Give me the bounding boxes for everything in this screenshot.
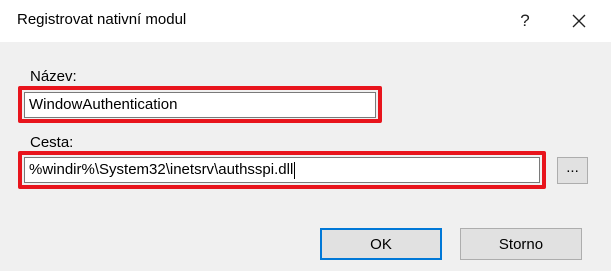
- path-field-highlight: [18, 151, 546, 189]
- title-bar: Registrovat nativní modul ?: [0, 0, 611, 42]
- window-title: Registrovat nativní modul: [17, 11, 187, 28]
- path-label: Cesta:: [30, 134, 74, 151]
- browse-button[interactable]: ...: [557, 157, 588, 184]
- help-button[interactable]: ?: [510, 6, 540, 36]
- name-label: Název:: [30, 68, 77, 85]
- cancel-button[interactable]: Storno: [460, 228, 582, 260]
- ok-button[interactable]: OK: [320, 228, 442, 260]
- close-button[interactable]: [562, 6, 596, 36]
- name-field-highlight: [18, 86, 382, 123]
- close-icon: [572, 14, 586, 28]
